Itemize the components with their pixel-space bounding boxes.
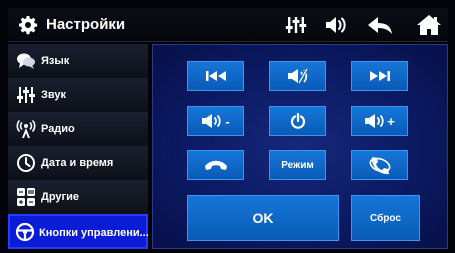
settings-screen: Настройки Язык Звук Радио Дата и время Д…: [0, 0, 455, 253]
sidebar-item-radio[interactable]: Радио: [8, 112, 148, 147]
sidebar-item-label: Дата и время: [41, 157, 114, 169]
radio-icon: [16, 119, 36, 138]
home-icon[interactable]: [416, 14, 442, 36]
sidebar-item-label: Кнопки управлени...: [39, 227, 149, 239]
volume-icon[interactable]: [324, 14, 348, 36]
sidebar-item-sound[interactable]: Звук: [8, 78, 148, 113]
power-icon: [290, 113, 305, 129]
hang-up-icon: [204, 160, 227, 170]
answer-call-button[interactable]: [351, 150, 408, 180]
equalizer-icon[interactable]: [284, 14, 308, 36]
steering-controls-panel: - + Режим OK Сброс: [152, 44, 448, 249]
back-icon[interactable]: [366, 14, 394, 36]
reset-button-label: Сброс: [370, 212, 401, 224]
header-bar: Настройки: [8, 8, 448, 42]
ok-button-label: OK: [252, 210, 274, 226]
sidebar-item-label: Звук: [41, 89, 67, 101]
mode-button-label: Режим: [281, 159, 314, 171]
power-button[interactable]: [269, 106, 326, 136]
sidebar-item-date-time[interactable]: Дата и время: [8, 146, 148, 181]
gear-icon: [19, 16, 38, 35]
reset-button[interactable]: Сброс: [351, 195, 420, 241]
steering-wheel-icon: [15, 222, 35, 242]
mute-button[interactable]: [269, 61, 326, 91]
clock-icon: [17, 154, 35, 172]
sidebar-menu: Язык Звук Радио Дата и время Другие Кноп…: [8, 44, 149, 249]
answer-call-icon: [369, 157, 390, 175]
next-track-icon: [369, 71, 390, 81]
sliders-icon: [17, 87, 35, 103]
sidebar-item-steering-controls[interactable]: Кнопки управлени...: [8, 214, 149, 249]
volume-down-button[interactable]: -: [187, 106, 244, 136]
mute-icon: [287, 68, 308, 84]
sidebar-item-label: Радио: [41, 123, 75, 135]
volume-up-button[interactable]: +: [351, 106, 408, 136]
mode-button[interactable]: Режим: [269, 150, 326, 180]
volume-down-icon: [202, 114, 221, 128]
sidebar-item-label: Язык: [41, 55, 70, 67]
hang-up-button[interactable]: [187, 150, 244, 180]
sidebar-item-language[interactable]: Язык: [8, 44, 148, 79]
sidebar-item-label: Другие: [41, 191, 79, 203]
page-title: Настройки: [46, 16, 126, 33]
volume-down-sign: -: [225, 113, 230, 129]
other-icon: [17, 188, 35, 206]
volume-up-sign: +: [387, 113, 395, 129]
language-icon: [17, 53, 35, 69]
next-track-button[interactable]: [351, 61, 408, 91]
sidebar-item-other[interactable]: Другие: [8, 180, 148, 215]
previous-track-button[interactable]: [187, 61, 244, 91]
ok-button[interactable]: OK: [187, 195, 339, 241]
volume-up-icon: [365, 114, 384, 128]
previous-track-icon: [205, 71, 226, 81]
